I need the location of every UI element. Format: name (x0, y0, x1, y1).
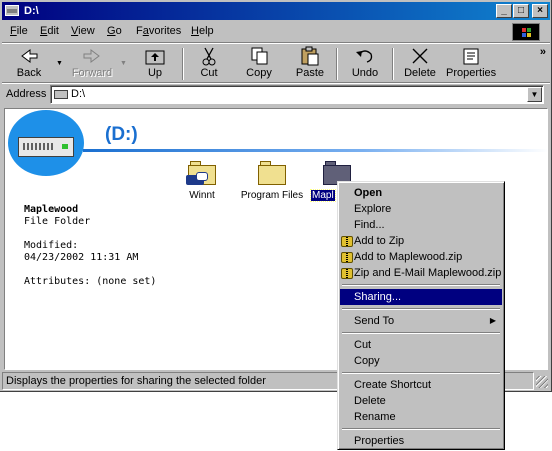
menu-send-to[interactable]: Send To ▶ (340, 313, 502, 329)
folder-label: Winnt (189, 190, 215, 201)
window-title: D:\ (24, 5, 39, 17)
menu-bar: File Edit View Go Favorites Help (2, 22, 550, 42)
attributes-text: Attributes: (none set) (24, 276, 157, 287)
minimize-button[interactable]: _ (496, 4, 512, 18)
close-button[interactable]: × (532, 4, 548, 18)
drive-icon (5, 5, 19, 16)
maximize-button[interactable]: □ (513, 4, 529, 18)
zip-icon (341, 268, 353, 279)
properties-button[interactable]: Properties (446, 46, 496, 82)
menu-separator (340, 305, 502, 313)
modified-value: 04/23/2002 11:31 AM (24, 252, 139, 263)
zip-icon (341, 236, 353, 247)
context-menu: Open Explore Find... Add to Zip Add to M… (337, 181, 505, 450)
toolbar-separator (336, 48, 338, 80)
title-bar[interactable]: D:\ _ □ × (2, 2, 550, 20)
menu-add-to-zip[interactable]: Add to Zip (340, 233, 502, 249)
back-arrow-icon (17, 46, 41, 66)
menu-find[interactable]: Find... (340, 217, 502, 233)
drive-badge (8, 110, 84, 176)
menu-edit[interactable]: Edit (40, 25, 59, 37)
menu-help[interactable]: Help (191, 25, 214, 37)
up-folder-icon (143, 46, 167, 66)
undo-button[interactable]: Undo (346, 46, 384, 82)
menu-properties[interactable]: Properties (340, 433, 502, 449)
modified-label: Modified: (24, 240, 79, 251)
menu-cut[interactable]: Cut (340, 337, 502, 353)
address-field[interactable]: D:\ ▼ (50, 85, 544, 104)
menu-go[interactable]: Go (107, 25, 122, 37)
menu-sharing[interactable]: Sharing... (340, 289, 502, 305)
paste-button[interactable]: Paste (290, 46, 330, 82)
properties-icon (459, 46, 483, 66)
hard-drive-icon (18, 137, 74, 157)
folder-icon (258, 161, 286, 185)
delete-button[interactable]: Delete (400, 46, 440, 82)
address-bar: Address D:\ ▼ (2, 84, 550, 106)
title-rule (83, 149, 547, 152)
drive-title: (D:) (105, 124, 138, 145)
sharing-hand-icon (186, 172, 208, 185)
toolbar-separator (392, 48, 394, 80)
menu-view[interactable]: View (71, 25, 95, 37)
undo-icon (353, 46, 377, 66)
menu-copy[interactable]: Copy (340, 353, 502, 369)
resize-grip-icon[interactable] (536, 376, 548, 388)
back-dropdown-icon[interactable]: ▼ (56, 60, 63, 67)
copy-button[interactable]: Copy (240, 46, 278, 82)
menu-separator (340, 369, 502, 377)
up-button[interactable]: Up (136, 46, 174, 82)
zip-icon (341, 252, 353, 263)
folder-program-files[interactable]: Program Files (237, 161, 307, 201)
address-value: D:\ (71, 88, 86, 100)
menu-open[interactable]: Open (340, 185, 502, 201)
drive-icon (54, 90, 68, 99)
menu-separator (340, 281, 502, 289)
menu-explore[interactable]: Explore (340, 201, 502, 217)
copy-icon (247, 46, 271, 66)
submenu-arrow-icon: ▶ (489, 316, 496, 325)
toolbar-separator (182, 48, 184, 80)
cut-button[interactable]: Cut (190, 46, 228, 82)
forward-button[interactable]: Forward (68, 46, 116, 82)
toolbar-chevron[interactable]: » (540, 46, 546, 58)
menu-zip-and-email[interactable]: Zip and E-Mail Maplewood.zip (340, 265, 502, 281)
folder-winnt[interactable]: Winnt (167, 161, 237, 201)
forward-arrow-icon (80, 46, 104, 66)
clipboard-icon (298, 46, 322, 66)
forward-dropdown-icon[interactable]: ▼ (120, 60, 127, 67)
shared-folder-icon (186, 161, 216, 185)
address-label: Address (6, 88, 47, 100)
selected-item-type: File Folder (24, 216, 91, 227)
scissors-icon (197, 46, 221, 66)
windows-logo-icon (512, 23, 540, 41)
address-dropdown-button[interactable]: ▼ (527, 87, 542, 102)
folder-label: Program Files (240, 190, 304, 201)
menu-file[interactable]: File (10, 25, 28, 37)
menu-add-to-maplewood-zip[interactable]: Add to Maplewood.zip (340, 249, 502, 265)
toolbar: Back ▼ Forward ▼ Up Cut Copy Paste Undo … (2, 44, 550, 82)
back-button[interactable]: Back (8, 46, 50, 82)
menu-favorites[interactable]: Favorites (136, 25, 181, 37)
menu-rename[interactable]: Rename (340, 409, 502, 425)
menu-create-shortcut[interactable]: Create Shortcut (340, 377, 502, 393)
menu-delete[interactable]: Delete (340, 393, 502, 409)
menu-separator (340, 329, 502, 337)
delete-x-icon (408, 46, 432, 66)
menu-separator (340, 425, 502, 433)
selected-item-name: Maplewood (24, 204, 79, 215)
